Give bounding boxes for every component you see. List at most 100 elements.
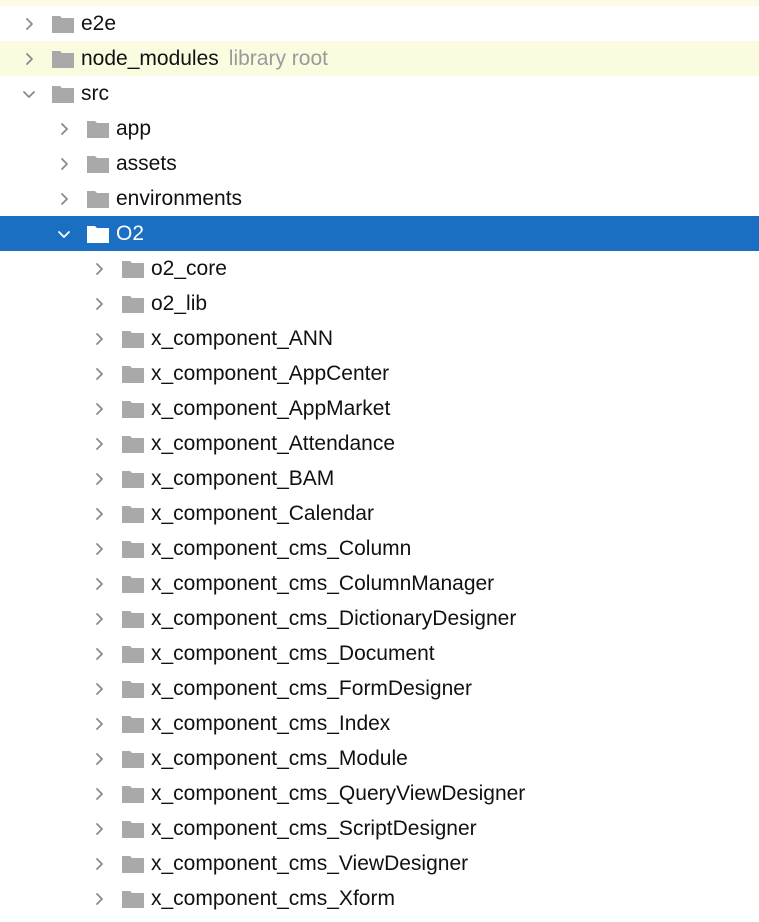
tree-row[interactable]: o2_lib xyxy=(0,286,759,321)
tree-row[interactable]: x_component_cms_DictionaryDesigner xyxy=(0,601,759,636)
chevron-down-icon[interactable] xyxy=(53,216,75,251)
chevron-right-icon[interactable] xyxy=(18,6,40,41)
tree-row[interactable]: src xyxy=(0,76,759,111)
folder-icon xyxy=(121,531,145,566)
tree-item-label: o2_lib xyxy=(151,292,208,315)
tree-row[interactable]: x_component_cms_Index xyxy=(0,706,759,741)
folder-icon xyxy=(121,811,145,846)
tree-row[interactable]: x_component_cms_Module xyxy=(0,741,759,776)
tree-row[interactable]: environments xyxy=(0,181,759,216)
tree-row[interactable]: o2_core xyxy=(0,251,759,286)
tree-item-label: x_component_AppMarket xyxy=(151,397,391,420)
tree-item-label: x_component_cms_Column xyxy=(151,537,412,560)
chevron-right-icon[interactable] xyxy=(53,111,75,146)
chevron-right-icon[interactable] xyxy=(53,146,75,181)
tree-item-label: app xyxy=(116,117,152,140)
chevron-down-icon[interactable] xyxy=(18,76,40,111)
chevron-right-icon[interactable] xyxy=(88,531,110,566)
tree-row[interactable]: x_component_ANN xyxy=(0,321,759,356)
chevron-right-icon[interactable] xyxy=(88,321,110,356)
tree-item-label: x_component_cms_DictionaryDesigner xyxy=(151,607,517,630)
tree-row[interactable]: x_component_cms_Column xyxy=(0,531,759,566)
tree-item-label: e2e xyxy=(81,12,117,35)
tree-item-label: o2_core xyxy=(151,257,227,280)
folder-icon xyxy=(86,181,110,216)
tree-item-label: x_component_BAM xyxy=(151,467,335,490)
chevron-right-icon[interactable] xyxy=(88,846,110,881)
tree-row[interactable]: e2e xyxy=(0,6,759,41)
tree-item-label: x_component_cms_ColumnManager xyxy=(151,572,495,595)
tree-item-label: x_component_AppCenter xyxy=(151,362,390,385)
tree-item-label: O2 xyxy=(116,222,145,245)
folder-icon xyxy=(121,496,145,531)
tree-row[interactable]: x_component_Calendar xyxy=(0,496,759,531)
tree-row[interactable]: x_component_cms_ColumnManager xyxy=(0,566,759,601)
tree-row[interactable]: x_component_Attendance xyxy=(0,426,759,461)
tree-item-label: x_component_cms_ScriptDesigner xyxy=(151,817,477,840)
folder-icon xyxy=(121,741,145,776)
tree-item-label: environments xyxy=(116,187,243,210)
chevron-right-icon[interactable] xyxy=(88,461,110,496)
folder-icon xyxy=(121,426,145,461)
chevron-right-icon[interactable] xyxy=(88,391,110,426)
chevron-right-icon[interactable] xyxy=(88,741,110,776)
folder-icon xyxy=(121,636,145,671)
chevron-right-icon[interactable] xyxy=(88,636,110,671)
tree-item-label: x_component_cms_Document xyxy=(151,642,435,665)
tree-item-label: assets xyxy=(116,152,177,175)
tree-item-label: x_component_cms_ViewDesigner xyxy=(151,852,469,875)
tree-item-label: x_component_cms_Index xyxy=(151,712,391,735)
tree-row[interactable]: x_component_cms_Document xyxy=(0,636,759,671)
chevron-right-icon[interactable] xyxy=(88,251,110,286)
folder-icon xyxy=(51,76,75,111)
tree-item-label: x_component_cms_FormDesigner xyxy=(151,677,472,700)
folder-icon xyxy=(121,846,145,881)
folder-icon xyxy=(86,216,110,251)
chevron-right-icon[interactable] xyxy=(88,881,110,916)
chevron-right-icon[interactable] xyxy=(88,601,110,636)
tree-row[interactable]: x_component_cms_Xform xyxy=(0,881,759,916)
chevron-right-icon[interactable] xyxy=(88,566,110,601)
tree-row[interactable]: x_component_cms_ScriptDesigner xyxy=(0,811,759,846)
chevron-right-icon[interactable] xyxy=(53,181,75,216)
tree-item-label: x_component_cms_Xform xyxy=(151,887,395,910)
folder-icon xyxy=(121,391,145,426)
chevron-right-icon[interactable] xyxy=(88,286,110,321)
chevron-right-icon[interactable] xyxy=(88,776,110,811)
tree-row[interactable]: x_component_cms_FormDesigner xyxy=(0,671,759,706)
tree-item-label: src xyxy=(81,82,109,105)
folder-icon xyxy=(121,566,145,601)
tree-row[interactable]: O2 xyxy=(0,216,759,251)
folder-icon xyxy=(121,356,145,391)
chevron-right-icon[interactable] xyxy=(88,426,110,461)
folder-icon xyxy=(121,706,145,741)
project-tree: e2e node_modules library root src app assets e… xyxy=(0,0,759,922)
folder-icon xyxy=(121,321,145,356)
tree-row[interactable]: x_component_AppMarket xyxy=(0,391,759,426)
tree-row[interactable]: x_component_AppCenter xyxy=(0,356,759,391)
tree-item-label: x_component_cms_QueryViewDesigner xyxy=(151,782,526,805)
chevron-right-icon[interactable] xyxy=(88,811,110,846)
folder-icon xyxy=(86,111,110,146)
folder-icon xyxy=(121,671,145,706)
folder-icon xyxy=(121,461,145,496)
chevron-right-icon[interactable] xyxy=(88,671,110,706)
tree-item-label: x_component_Attendance xyxy=(151,432,396,455)
tree-item-label: node_modules xyxy=(81,47,219,70)
tree-row[interactable]: x_component_BAM xyxy=(0,461,759,496)
folder-icon xyxy=(51,41,75,76)
chevron-right-icon[interactable] xyxy=(88,356,110,391)
tree-row[interactable]: x_component_cms_ViewDesigner xyxy=(0,846,759,881)
chevron-right-icon[interactable] xyxy=(88,706,110,741)
library-root-hint: library root xyxy=(228,47,328,70)
tree-row[interactable]: app xyxy=(0,111,759,146)
chevron-right-icon[interactable] xyxy=(88,496,110,531)
chevron-right-icon[interactable] xyxy=(18,41,40,76)
folder-icon xyxy=(121,776,145,811)
tree-row[interactable]: assets xyxy=(0,146,759,181)
tree-item-label: x_component_Calendar xyxy=(151,502,374,525)
folder-icon xyxy=(121,251,145,286)
folder-icon xyxy=(51,6,75,41)
tree-row[interactable]: x_component_cms_QueryViewDesigner xyxy=(0,776,759,811)
tree-row[interactable]: node_modules library root xyxy=(0,41,759,76)
